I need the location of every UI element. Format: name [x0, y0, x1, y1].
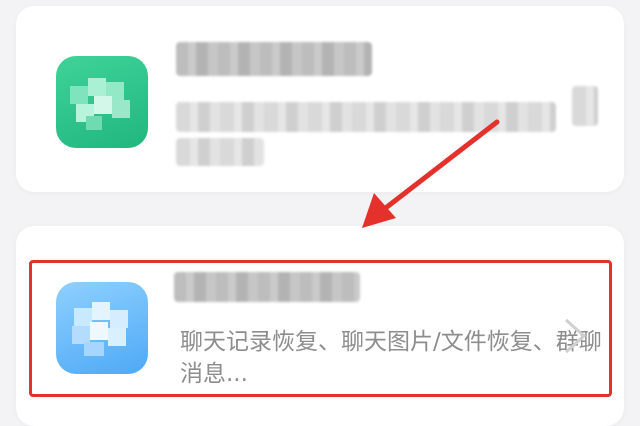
red-arrow-icon [362, 119, 500, 228]
